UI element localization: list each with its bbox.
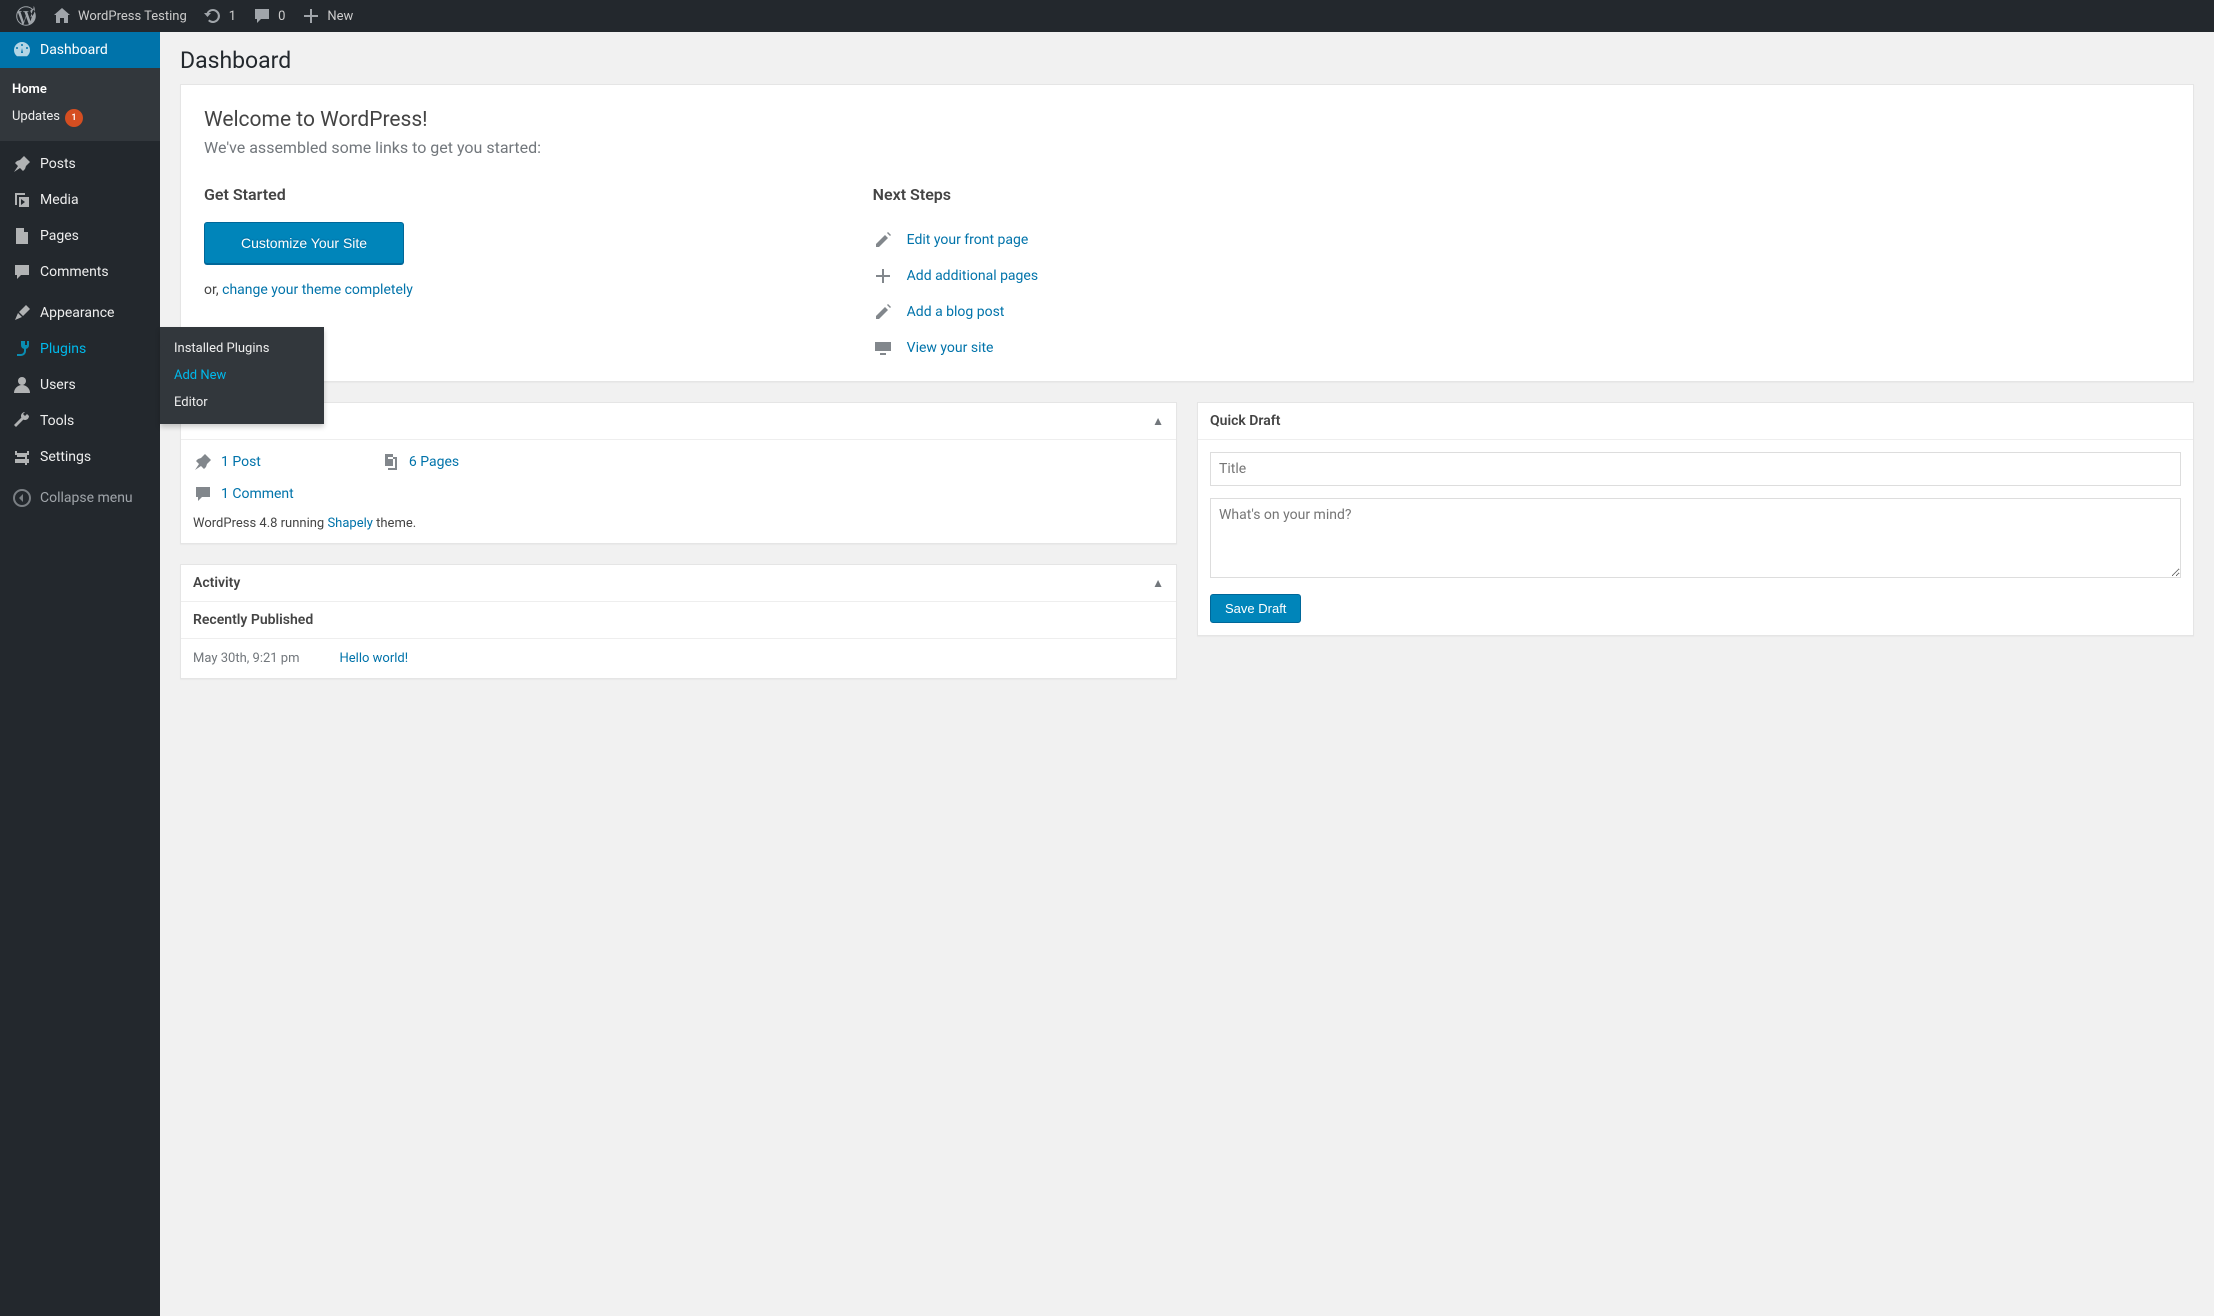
- recently-published-heading: Recently Published: [181, 602, 1176, 639]
- plug-icon: [12, 339, 32, 359]
- collapse-toggle[interactable]: ▲: [1152, 414, 1164, 428]
- sidebar-item-tools[interactable]: Tools: [0, 403, 160, 439]
- collapse-toggle[interactable]: ▲: [1152, 576, 1164, 590]
- activity-box: Activity ▲ Recently Published May 30th, 9…: [180, 564, 1177, 679]
- updates-badge: 1: [65, 109, 83, 127]
- sidebar-item-plugins[interactable]: Plugins: [0, 331, 160, 367]
- sliders-icon: [12, 447, 32, 467]
- collapse-icon: [12, 488, 32, 508]
- welcome-panel: Welcome to WordPress! We've assembled so…: [180, 84, 2194, 382]
- main-content: Dashboard Welcome to WordPress! We've as…: [160, 32, 2214, 1316]
- edit-front-page-link[interactable]: Edit your front page: [907, 232, 1029, 248]
- pin-icon: [193, 452, 213, 472]
- activity-title: Activity: [193, 575, 240, 591]
- plus-icon: [301, 6, 321, 26]
- site-name: WordPress Testing: [78, 9, 187, 24]
- wp-logo[interactable]: [8, 0, 44, 32]
- quick-draft-title: Quick Draft: [1210, 413, 1280, 429]
- refresh-icon: [203, 6, 223, 26]
- pin-icon: [12, 154, 32, 174]
- pages-icon: [381, 452, 401, 472]
- flyout-editor[interactable]: Editor: [160, 389, 324, 416]
- sidebar-sub-dashboard: Home Updates1: [0, 68, 160, 141]
- flyout-add-new[interactable]: Add New: [160, 362, 324, 389]
- media-icon: [12, 190, 32, 210]
- pages-count-link[interactable]: 6 Pages: [409, 454, 459, 470]
- or-change-theme: or, change your theme completely: [204, 282, 833, 298]
- save-draft-button[interactable]: Save Draft: [1210, 594, 1301, 623]
- sidebar-item-settings[interactable]: Settings: [0, 439, 160, 475]
- page-icon: [12, 226, 32, 246]
- draft-body-textarea[interactable]: [1210, 498, 2181, 578]
- updates-link[interactable]: 1: [195, 0, 244, 32]
- new-link[interactable]: New: [293, 0, 361, 32]
- change-theme-link[interactable]: change your theme completely: [222, 282, 413, 298]
- add-blog-post-link[interactable]: Add a blog post: [907, 304, 1005, 320]
- site-link[interactable]: WordPress Testing: [44, 0, 195, 32]
- quick-draft-box: Quick Draft Save Draft: [1197, 402, 2194, 636]
- welcome-sub: We've assembled some links to get you st…: [204, 138, 2170, 157]
- dashboard-icon: [12, 40, 32, 60]
- comments-count-link[interactable]: 1 Comment: [221, 486, 294, 502]
- wrench-icon: [12, 411, 32, 431]
- edit-icon: [873, 230, 893, 250]
- admin-bar: WordPress Testing 1 0 New: [0, 0, 2214, 32]
- comment-icon: [12, 262, 32, 282]
- customize-site-button[interactable]: Customize Your Site: [204, 222, 404, 264]
- sidebar-item-users[interactable]: Users: [0, 367, 160, 403]
- sidebar-collapse[interactable]: Collapse menu: [0, 480, 160, 516]
- welcome-heading: Welcome to WordPress!: [204, 108, 2170, 132]
- comment-icon: [252, 6, 272, 26]
- brush-icon: [12, 303, 32, 323]
- sidebar-sub-updates[interactable]: Updates1: [0, 103, 160, 133]
- sidebar-item-comments[interactable]: Comments: [0, 254, 160, 290]
- sidebar-item-appearance[interactable]: Appearance: [0, 295, 160, 331]
- next-steps-col: Next Steps Edit your front page Add addi…: [873, 185, 1502, 366]
- at-a-glance-box: ▲ 1 Post 6 Pages 1 Comment WordPress 4.8…: [180, 402, 1177, 544]
- page-title: Dashboard: [180, 32, 2194, 84]
- view-site-link[interactable]: View your site: [907, 340, 994, 356]
- edit-icon: [873, 302, 893, 322]
- sidebar-item-dashboard[interactable]: Dashboard: [0, 32, 160, 68]
- admin-sidebar: Dashboard Home Updates1 Posts Media Page…: [0, 32, 160, 1316]
- plugins-flyout: Installed Plugins Add New Editor: [160, 327, 324, 424]
- comments-link[interactable]: 0: [244, 0, 293, 32]
- new-label: New: [327, 9, 353, 24]
- home-icon: [52, 6, 72, 26]
- activity-date: May 30th, 9:21 pm: [193, 651, 300, 666]
- wordpress-icon: [16, 6, 36, 26]
- comments-count: 0: [278, 9, 285, 24]
- version-line: WordPress 4.8 running Shapely theme.: [193, 516, 1164, 531]
- get-started-heading: Get Started: [204, 185, 833, 204]
- flyout-installed-plugins[interactable]: Installed Plugins: [160, 335, 324, 362]
- comment-icon: [193, 484, 213, 504]
- add-pages-link[interactable]: Add additional pages: [907, 268, 1038, 284]
- updates-count: 1: [229, 9, 236, 24]
- draft-title-input[interactable]: [1210, 452, 2181, 486]
- user-icon: [12, 375, 32, 395]
- sidebar-sub-home[interactable]: Home: [0, 76, 160, 103]
- screen-icon: [873, 338, 893, 358]
- plus-icon: [873, 266, 893, 286]
- theme-link[interactable]: Shapely: [327, 516, 372, 531]
- next-steps-heading: Next Steps: [873, 185, 1502, 204]
- sidebar-item-posts[interactable]: Posts: [0, 146, 160, 182]
- sidebar-item-media[interactable]: Media: [0, 182, 160, 218]
- sidebar-item-pages[interactable]: Pages: [0, 218, 160, 254]
- activity-post-link[interactable]: Hello world!: [340, 651, 409, 666]
- posts-count-link[interactable]: 1 Post: [221, 454, 261, 470]
